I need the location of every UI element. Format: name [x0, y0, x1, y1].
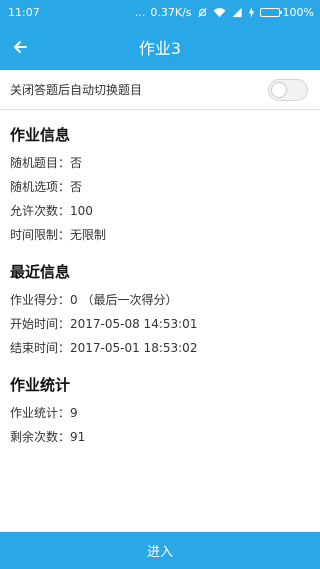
info-random-questions: 随机题目：否: [10, 156, 83, 170]
status-right: ... 0.37K/s 100%: [135, 6, 314, 19]
section-title: 最近信息: [10, 263, 71, 281]
back-button[interactable]: [6, 33, 34, 61]
section-title: 作业信息: [10, 126, 71, 144]
recent-info-section: 最近信息 作业得分：0 （最后一次得分） 开始时间：2017-05-08 14:…: [10, 261, 310, 360]
recent-start-time: 开始时间：2017-05-08 14:53:01: [10, 317, 198, 331]
page-title: 作业3: [138, 39, 182, 58]
homework-info-section: 作业信息 随机题目：否 随机选项：否 允许次数：100 时间限制：无限制: [10, 124, 310, 247]
recent-end-time: 结束时间：2017-05-01 18:53:02: [10, 341, 198, 355]
battery-indicator: 100%: [259, 5, 314, 19]
auto-switch-toggle[interactable]: [268, 78, 308, 101]
signal-icon: [231, 7, 242, 17]
toggle-knob: [271, 81, 287, 98]
info-random-options: 随机选项：否: [10, 180, 83, 194]
recent-score: 作业得分：0 （最后一次得分）: [10, 293, 178, 307]
charging-icon: [248, 6, 254, 18]
info-time-limit: 时间限制：无限制: [10, 228, 107, 242]
enter-button-label: 进入: [146, 545, 173, 560]
status-dots: ...: [134, 5, 146, 19]
stats-count: 作业统计：9: [10, 406, 78, 420]
auto-switch-row: 关闭答题后自动切换题目: [0, 70, 320, 110]
stats-remaining: 剩余次数：91: [10, 430, 86, 444]
status-bar: 11:07 ... 0.37K/s 100%: [0, 0, 320, 24]
arrow-left-icon: [14, 41, 27, 53]
mute-bell-icon: [197, 7, 207, 17]
battery-icon: [259, 7, 282, 17]
app-bar: 作业3: [0, 24, 320, 70]
info-allowed-attempts: 允许次数：100: [10, 204, 93, 218]
battery-percent: 100%: [282, 5, 314, 19]
auto-switch-label: 关闭答题后自动切换题目: [10, 83, 143, 97]
status-time: 11:07: [8, 5, 40, 19]
homework-stats-section: 作业统计 作业统计：9 剩余次数：91: [10, 374, 310, 449]
enter-button[interactable]: 进入: [0, 532, 320, 569]
network-speed: 0.37K/s: [150, 5, 192, 19]
section-title: 作业统计: [10, 376, 71, 394]
wifi-icon: [213, 7, 226, 17]
main-content: 作业信息 随机题目：否 随机选项：否 允许次数：100 时间限制：无限制 最近信…: [10, 110, 310, 449]
